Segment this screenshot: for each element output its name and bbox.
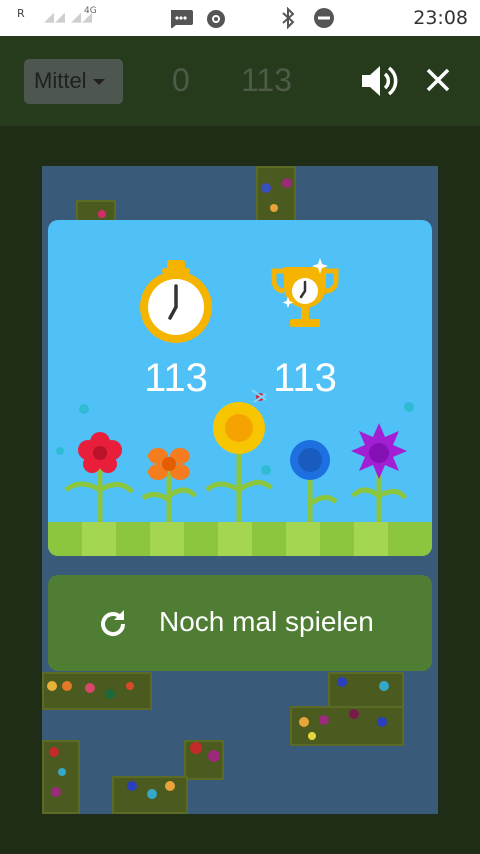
bluetooth-icon	[282, 7, 295, 29]
play-again-button[interactable]: Noch mal spielen	[48, 575, 432, 671]
trophy-icon	[271, 258, 339, 327]
network-type: 4G	[84, 6, 97, 16]
volume-icon[interactable]	[358, 60, 400, 102]
best-result: 113	[273, 356, 337, 400]
status-bar: R ◢◢ ◢◢ 4G 23:08	[0, 0, 480, 36]
difficulty-dropdown[interactable]: Mittel	[24, 59, 123, 104]
stopwatch-icon	[140, 260, 212, 343]
play-again-label: Noch mal spielen	[159, 606, 374, 637]
close-icon[interactable]	[420, 62, 456, 98]
carrier-indicator: R	[17, 7, 25, 20]
time-result: 113	[144, 356, 208, 400]
record-icon	[207, 10, 225, 28]
flowers-decoration	[56, 389, 414, 522]
refresh-icon	[101, 610, 126, 637]
difficulty-label: Mittel	[34, 68, 87, 93]
best-score: 113	[241, 62, 293, 98]
caret-down-icon	[92, 79, 105, 86]
do-not-disturb-icon	[314, 8, 334, 28]
message-icon	[171, 10, 193, 28]
grass-strip	[48, 522, 432, 556]
card-illustration	[56, 258, 414, 522]
clock: 23:08	[413, 7, 468, 29]
current-score: 0	[172, 62, 190, 98]
result-card: 113 113	[48, 220, 432, 556]
